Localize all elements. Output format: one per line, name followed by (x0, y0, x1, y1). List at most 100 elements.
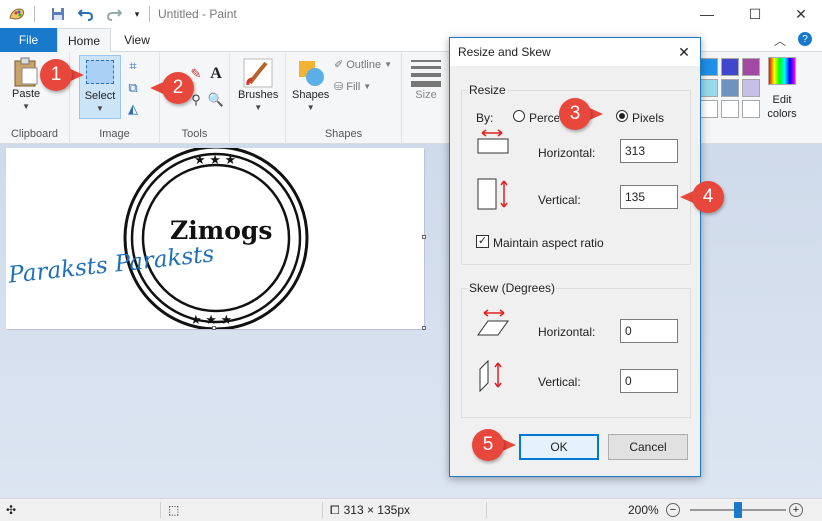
title-bar: ▾ Untitled - Paint — ☐ ✕ (0, 0, 822, 28)
select-rectangle-icon (86, 60, 114, 84)
select-label: Select (84, 90, 116, 102)
chevron-down-icon: ▼ (363, 82, 372, 91)
by-label: By: (476, 111, 494, 125)
cursor-position-icon: ✣ (6, 503, 17, 517)
outline-button[interactable]: ✐ Outline ▼ (334, 58, 392, 72)
tab-home[interactable]: Home (57, 28, 111, 53)
brushes-label: Brushes (238, 89, 279, 101)
crop-icon[interactable]: ⌗ (125, 58, 141, 74)
paste-label: Paste (12, 88, 41, 100)
color-swatch[interactable] (700, 79, 718, 97)
collapse-ribbon-icon[interactable]: ︿ (774, 32, 786, 49)
tools-group-label: Tools (181, 128, 208, 140)
fill-label: Fill (346, 80, 361, 93)
rotate-icon[interactable]: ◭ (125, 101, 141, 117)
color-swatch[interactable] (721, 100, 739, 118)
chevron-down-icon: ▼ (384, 60, 392, 69)
close-window-button[interactable]: ✕ (778, 0, 822, 28)
svg-text:★ ★ ★: ★ ★ ★ (194, 152, 236, 167)
outline-icon: ✐ (334, 59, 344, 71)
dialog-close-button[interactable]: ✕ (674, 42, 694, 62)
resize-handle-right[interactable] (422, 235, 426, 239)
image-group-label: Image (99, 128, 130, 140)
tab-view[interactable]: View (114, 28, 160, 52)
color-swatch[interactable] (700, 58, 718, 76)
resize-handle-bottom[interactable] (212, 326, 216, 330)
magnifier-icon[interactable]: 🔍 (208, 92, 224, 108)
zoom-slider[interactable] (690, 499, 786, 521)
paste-button[interactable]: Paste ▼ (12, 56, 40, 111)
zoom-in-icon[interactable]: + (788, 499, 804, 521)
paint-app-icon[interactable] (6, 3, 28, 25)
resize-legend: Resize (468, 83, 507, 97)
skew-legend: Skew (Degrees) (468, 281, 557, 295)
color-swatch[interactable] (742, 100, 760, 118)
separator (322, 502, 323, 518)
chevron-down-icon: ▼ (254, 103, 263, 112)
save-icon[interactable] (47, 3, 69, 25)
callout-number: 4 (692, 181, 724, 213)
color-swatch[interactable] (721, 58, 739, 76)
status-bar: ✣ ⬚ ⧠ 313 × 135px 200% − + (0, 498, 822, 521)
callout-3: 3 (559, 98, 603, 130)
shapes-button[interactable]: Shapes ▼ (292, 57, 329, 112)
shapes-icon (298, 61, 324, 86)
size-button[interactable]: Size (410, 57, 442, 101)
skew-vertical-label: Vertical: (538, 375, 581, 389)
text-tool-icon[interactable]: A (208, 65, 224, 82)
shapes-group: Shapes ▼ ✐ Outline ▼ ⛁ Fill ▼ Shapes (285, 52, 402, 144)
horizontal-label: Horizontal: (538, 146, 596, 160)
fill-button[interactable]: ⛁ Fill ▼ (334, 80, 372, 94)
help-icon[interactable]: ? (798, 32, 812, 46)
color-wheel-icon (768, 57, 796, 85)
select-button[interactable]: Select ▼ (79, 55, 121, 119)
svg-text:★ ★ ★: ★ ★ ★ (190, 312, 232, 327)
maintain-aspect-checkbox[interactable]: ✓ (476, 235, 489, 248)
zoom-out-icon[interactable]: − (665, 499, 681, 521)
horizontal-resize-icon (476, 129, 510, 158)
size-label: Size (415, 89, 437, 101)
minimize-button[interactable]: — (684, 0, 730, 28)
redo-icon[interactable] (103, 3, 125, 25)
drawing-canvas[interactable]: ★ ★ ★ ★ ★ ★ Zimogs Paraksts Paraksts (6, 148, 424, 329)
undo-icon[interactable] (75, 3, 97, 25)
stamp-text: Zimogs (170, 216, 273, 245)
color-swatch[interactable] (742, 58, 760, 76)
separator (486, 502, 487, 518)
callout-number: 2 (162, 72, 194, 104)
callout-1: 1 (40, 59, 84, 91)
percentage-radio[interactable] (513, 110, 525, 122)
zoom-level: 200% (628, 503, 659, 517)
vertical-input[interactable]: 135 (620, 185, 678, 209)
shapes-group-label: Shapes (324, 128, 363, 140)
resize-handle-corner[interactable] (422, 326, 426, 330)
image-size-readout: ⧠ 313 × 135px (330, 499, 410, 521)
color-swatch[interactable] (742, 79, 760, 97)
tab-file[interactable]: File (0, 28, 57, 52)
ok-button[interactable]: OK (519, 434, 599, 460)
window-title: Untitled - Paint (158, 7, 237, 21)
horizontal-skew-icon (476, 309, 510, 340)
pixels-radio[interactable] (616, 110, 628, 122)
separator (160, 502, 161, 518)
customize-toolbar-icon[interactable]: ▾ (131, 3, 143, 25)
separator (34, 6, 35, 22)
brushes-button[interactable]: Brushes ▼ (238, 57, 278, 112)
color-swatch[interactable] (721, 79, 739, 97)
zoom-slider-thumb[interactable] (734, 502, 742, 518)
horizontal-input[interactable]: 313 (620, 139, 678, 163)
skew-vertical-input[interactable]: 0 (620, 369, 678, 393)
selection-size-icon: ⬚ (168, 503, 180, 517)
dialog-title-bar: Resize and Skew ✕ (450, 38, 700, 66)
size-icon (411, 60, 441, 87)
edit-colors-label: Edit colors (767, 94, 797, 120)
skew-horizontal-label: Horizontal: (538, 325, 596, 339)
image-size-icon: ⧠ (330, 502, 340, 517)
cancel-button[interactable]: Cancel (608, 434, 688, 460)
skew-horizontal-input[interactable]: 0 (620, 319, 678, 343)
maximize-button[interactable]: ☐ (732, 0, 778, 28)
resize-icon[interactable]: ⧉ (125, 80, 141, 96)
image-size-text: 313 × 135px (343, 503, 411, 517)
color-swatch[interactable] (700, 100, 718, 118)
edit-colors-button[interactable]: Edit colors (766, 57, 798, 121)
